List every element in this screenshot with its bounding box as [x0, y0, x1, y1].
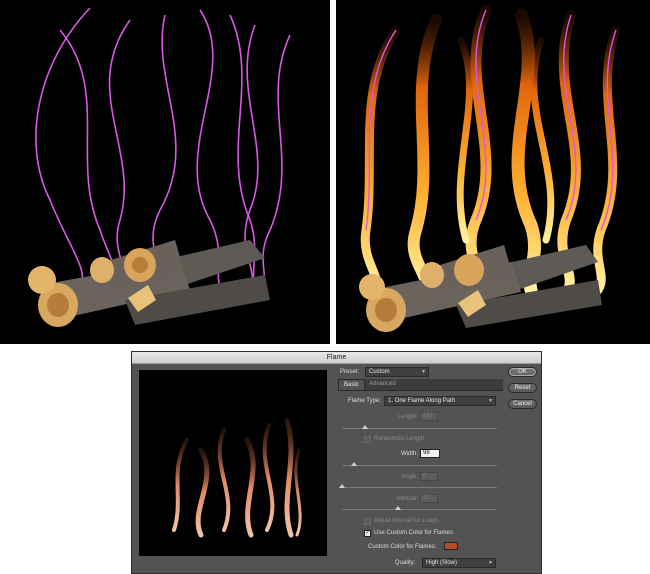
preview-flame: [172, 438, 189, 532]
flame-type-label: Flame Type:: [348, 398, 381, 404]
preview-flames: [172, 417, 302, 538]
logs: [28, 240, 270, 327]
interval-slider[interactable]: [342, 509, 497, 510]
angle-slider-thumb[interactable]: [339, 484, 345, 488]
angle-slider[interactable]: [342, 487, 497, 488]
interval-slider-thumb[interactable]: [394, 506, 401, 510]
chevron-down-icon: ▼: [488, 560, 493, 566]
randomize-length-checkbox[interactable]: [364, 436, 371, 443]
preview-flame: [294, 448, 302, 537]
preset-value: Custom: [369, 369, 390, 375]
preview-flame: [284, 417, 294, 538]
custom-color-label: Custom Color for Flames:: [368, 544, 437, 550]
quality-label: Quality:: [395, 560, 416, 566]
flame-result-image: [336, 0, 650, 344]
width-label: Width:: [400, 451, 418, 457]
preview-flame: [244, 437, 256, 538]
flame: [511, 8, 541, 297]
preview-flame: [217, 428, 231, 532]
flame-type-select[interactable]: 1. One Flame Along Path ▼: [384, 396, 496, 406]
width-slider-thumb[interactable]: [351, 462, 358, 466]
magenta-path: [59, 29, 118, 291]
use-custom-color-checkbox[interactable]: ✓: [364, 530, 371, 537]
randomize-length-label: Randomize Length: [374, 436, 425, 442]
tab-basic[interactable]: Basic: [338, 379, 365, 390]
adjust-interval-label: Adjust Interval for Loops: [374, 518, 439, 524]
length-field[interactable]: 187: [420, 412, 438, 421]
length-slider-thumb[interactable]: [362, 425, 369, 429]
logs: [359, 245, 602, 332]
flame-preview: [139, 370, 327, 556]
flame: [593, 25, 621, 295]
reset-button[interactable]: Reset: [508, 383, 537, 393]
quality-value: High (Slow): [426, 560, 458, 566]
length-label: Length:: [397, 414, 418, 420]
angle-label: Angle:: [400, 474, 418, 480]
preview-flame: [262, 423, 275, 532]
interval-field[interactable]: 15: [420, 494, 438, 503]
flame: [456, 36, 474, 244]
adjust-interval-checkbox[interactable]: [364, 518, 371, 525]
interval-label: Interval:: [396, 496, 418, 502]
flame: [465, 4, 492, 296]
chevron-down-icon: ▼: [488, 398, 493, 404]
cancel-button[interactable]: Cancel: [508, 399, 537, 409]
width-slider[interactable]: [342, 465, 497, 466]
tab-advanced[interactable]: Advanced: [364, 379, 401, 390]
flame-type-value: 1. One Flame Along Path: [388, 398, 456, 404]
custom-color-swatch[interactable]: [444, 542, 458, 550]
ok-button[interactable]: OK: [508, 367, 537, 377]
chevron-down-icon: ▼: [421, 369, 426, 375]
flame-dialog: Flame Preset: Custom ▼ Basic Advanced Fl…: [131, 351, 542, 574]
magenta-path: [35, 7, 91, 291]
angle-field[interactable]: 0: [420, 472, 438, 481]
flame: [407, 14, 442, 296]
width-field[interactable]: 98: [420, 449, 440, 458]
preset-select[interactable]: Custom ▼: [365, 367, 429, 377]
tab-bar: Basic Advanced: [338, 379, 503, 391]
quality-select[interactable]: High (Slow) ▼: [422, 558, 496, 568]
magenta-paths: [365, 9, 617, 231]
use-custom-color-label: Use Custom Color for Flames: [374, 530, 454, 536]
magenta-path: [261, 34, 291, 291]
preset-label: Preset:: [340, 369, 360, 375]
preview-flame: [195, 447, 210, 538]
dialog-title: Flame: [132, 352, 541, 364]
magenta-path: [108, 19, 131, 291]
path-preview-image: [0, 0, 330, 344]
flame: [530, 36, 555, 244]
